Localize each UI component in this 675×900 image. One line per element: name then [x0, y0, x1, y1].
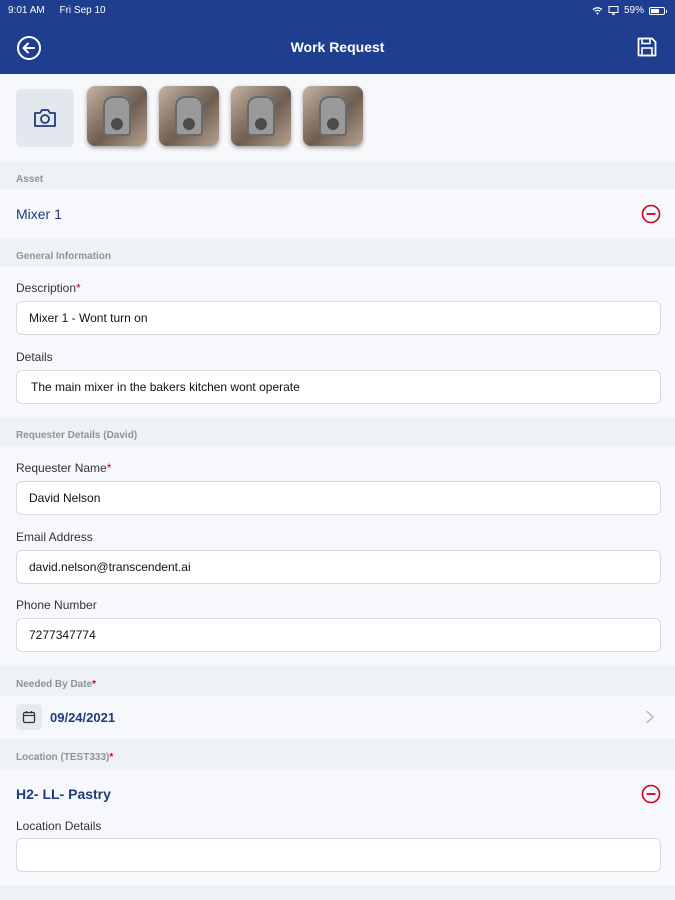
bottom-section-divider: [0, 885, 675, 900]
add-photo-button[interactable]: [16, 89, 74, 147]
page-title: Work Request: [290, 39, 385, 55]
requester-section-header: Requester Details (David): [0, 417, 675, 446]
location-details-field[interactable]: [16, 838, 661, 872]
description-field[interactable]: Mixer 1 - Wont turn on: [16, 301, 661, 335]
location-section-label: Location (TEST333): [16, 752, 110, 763]
needed-by-section-header: Needed By Date*: [0, 666, 675, 696]
email-label: Email Address: [16, 530, 93, 544]
requester-section: Requester Name* David Nelson Email Addre…: [0, 446, 675, 666]
battery-icon: [649, 6, 667, 15]
general-section: Description* Mixer 1 - Wont turn on Deta…: [0, 267, 675, 417]
photo-strip: [0, 74, 675, 162]
status-time: 9:01 AM: [8, 5, 45, 16]
top-bar: 9:01 AM Fri Sep 10 59% Work Request: [0, 0, 675, 74]
phone-label: Phone Number: [16, 598, 97, 612]
needed-by-section-label: Needed By Date: [16, 679, 93, 690]
photo-thumbnail[interactable]: [87, 86, 147, 146]
phone-field[interactable]: 7277347774: [16, 618, 661, 652]
email-field[interactable]: david.nelson@transcendent.ai: [16, 550, 661, 584]
location-section-header: Location (TEST333)*: [0, 739, 675, 769]
location-section: H2- LL- Pastry Location Details: [0, 769, 675, 885]
photo-thumbnail[interactable]: [159, 86, 219, 146]
details-label: Details: [16, 350, 53, 364]
screen-mirror-icon: [608, 6, 619, 15]
calendar-icon: [22, 711, 36, 724]
status-bar: 9:01 AM Fri Sep 10 59%: [8, 5, 667, 19]
remove-location-icon[interactable]: [641, 784, 661, 804]
details-field[interactable]: The main mixer in the bakers kitchen won…: [16, 370, 661, 404]
chevron-right-icon[interactable]: [645, 710, 655, 724]
general-section-header: General Information: [0, 239, 675, 267]
photo-thumbnail[interactable]: [303, 86, 363, 146]
camera-icon: [34, 109, 56, 127]
description-label: Description*: [16, 281, 81, 295]
asset-name: Mixer 1: [16, 206, 62, 222]
requester-section-label: Requester Details (David): [16, 430, 138, 441]
requester-name-field[interactable]: David Nelson: [16, 481, 661, 515]
needed-by-row[interactable]: 09/24/2021: [0, 696, 675, 739]
status-date: Fri Sep 10: [59, 5, 106, 16]
requester-name-label: Requester Name*: [16, 461, 112, 475]
location-details-label: Location Details: [16, 819, 102, 833]
photo-thumbnail[interactable]: [231, 86, 291, 146]
asset-row[interactable]: Mixer 1: [0, 189, 675, 239]
remove-asset-icon[interactable]: [641, 204, 661, 224]
date-icon-box: [16, 704, 42, 730]
asset-section-label: Asset: [16, 174, 44, 185]
wifi-icon: [592, 7, 603, 15]
needed-by-date: 09/24/2021: [50, 710, 116, 725]
asset-section-header: Asset: [0, 162, 675, 189]
battery-percent: 59%: [623, 5, 644, 16]
location-name: H2- LL- Pastry: [16, 786, 111, 802]
save-icon[interactable]: [635, 35, 659, 59]
general-section-label: General Information: [16, 251, 112, 262]
